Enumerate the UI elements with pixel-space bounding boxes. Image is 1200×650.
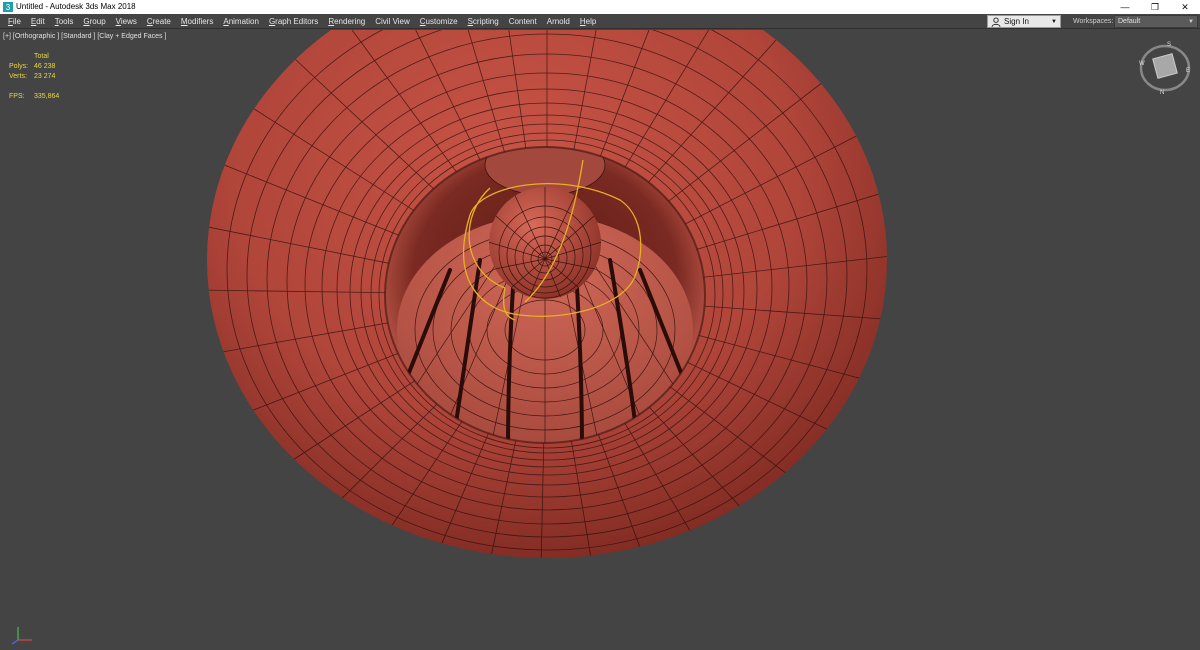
- clay-torus-model[interactable]: [0, 30, 1200, 650]
- perspective-viewport[interactable]: [+] [Orthographic ] [Standard ] [Clay + …: [0, 30, 1200, 650]
- chevron-down-icon: ▼: [1051, 18, 1057, 25]
- menu-content[interactable]: Content: [504, 14, 542, 29]
- sign-in-dropdown[interactable]: Sign In ▼: [987, 15, 1061, 28]
- menu-group[interactable]: Group: [78, 14, 110, 29]
- viewcube-west[interactable]: W: [1139, 61, 1145, 67]
- menu-tools[interactable]: Tools: [50, 14, 79, 29]
- workspace-value: Default: [1118, 18, 1141, 25]
- polys-label: Polys:: [9, 63, 29, 70]
- menu-rendering[interactable]: Rendering: [323, 14, 370, 29]
- sign-in-label: Sign In: [1004, 17, 1029, 26]
- title-bar: 3 Untitled - Autodesk 3ds Max 2018 — ❐ ✕: [0, 0, 1200, 14]
- menu-modifiers[interactable]: Modifiers: [176, 14, 218, 29]
- maximize-button[interactable]: ❐: [1140, 0, 1170, 14]
- 3dsmax-app-icon: 3: [3, 2, 13, 12]
- menu-animation[interactable]: Animation: [218, 14, 264, 29]
- menu-graph-editors[interactable]: Graph Editors: [264, 14, 323, 29]
- viewcube-south[interactable]: N: [1160, 90, 1164, 96]
- verts-value: 23 274: [34, 73, 56, 80]
- viewcube-north[interactable]: S: [1167, 42, 1171, 48]
- scene-statistics: Total Polys: 46 238 Verts: 23 274 FPS: 335,…: [9, 52, 59, 102]
- svg-text:3: 3: [6, 3, 11, 12]
- menu-civil-view[interactable]: Civil View: [370, 14, 415, 29]
- fps-label: FPS:: [9, 93, 25, 100]
- workspaces-dropdown[interactable]: Default ▼: [1114, 15, 1198, 28]
- stats-header: Total: [34, 53, 49, 60]
- menu-customize[interactable]: Customize: [415, 14, 463, 29]
- close-icon: ✕: [1181, 1, 1189, 12]
- menu-views[interactable]: Views: [111, 14, 142, 29]
- viewcube[interactable]: S E W N: [1136, 38, 1194, 96]
- fps-value: 335,864: [34, 93, 60, 100]
- workspaces-label: Workspaces:: [1073, 18, 1114, 25]
- polys-value: 46 238: [34, 63, 56, 70]
- minimize-icon: —: [1120, 2, 1130, 12]
- menu-file[interactable]: File: [3, 14, 26, 29]
- menu-create[interactable]: Create: [142, 14, 176, 29]
- menu-scripting[interactable]: Scripting: [463, 14, 504, 29]
- minimize-button[interactable]: —: [1110, 0, 1140, 14]
- viewcube-east[interactable]: E: [1186, 68, 1190, 74]
- menu-edit[interactable]: Edit: [26, 14, 50, 29]
- menu-help[interactable]: Help: [575, 14, 601, 29]
- viewport-label[interactable]: [+] [Orthographic ] [Standard ] [Clay + …: [3, 33, 166, 40]
- menu-arnold[interactable]: Arnold: [542, 14, 575, 29]
- verts-label: Verts:: [9, 73, 27, 80]
- user-icon: [991, 17, 1001, 27]
- restore-icon: ❐: [1150, 1, 1160, 12]
- menu-bar: File Edit Tools Group Views Create Modif…: [0, 14, 1200, 29]
- close-button[interactable]: ✕: [1170, 0, 1200, 14]
- main-menu: File Edit Tools Group Views Create Modif…: [0, 14, 601, 29]
- window-title: Untitled - Autodesk 3ds Max 2018: [16, 2, 136, 11]
- axis-tripod-icon: [11, 627, 32, 645]
- chevron-down-icon: ▼: [1188, 18, 1194, 25]
